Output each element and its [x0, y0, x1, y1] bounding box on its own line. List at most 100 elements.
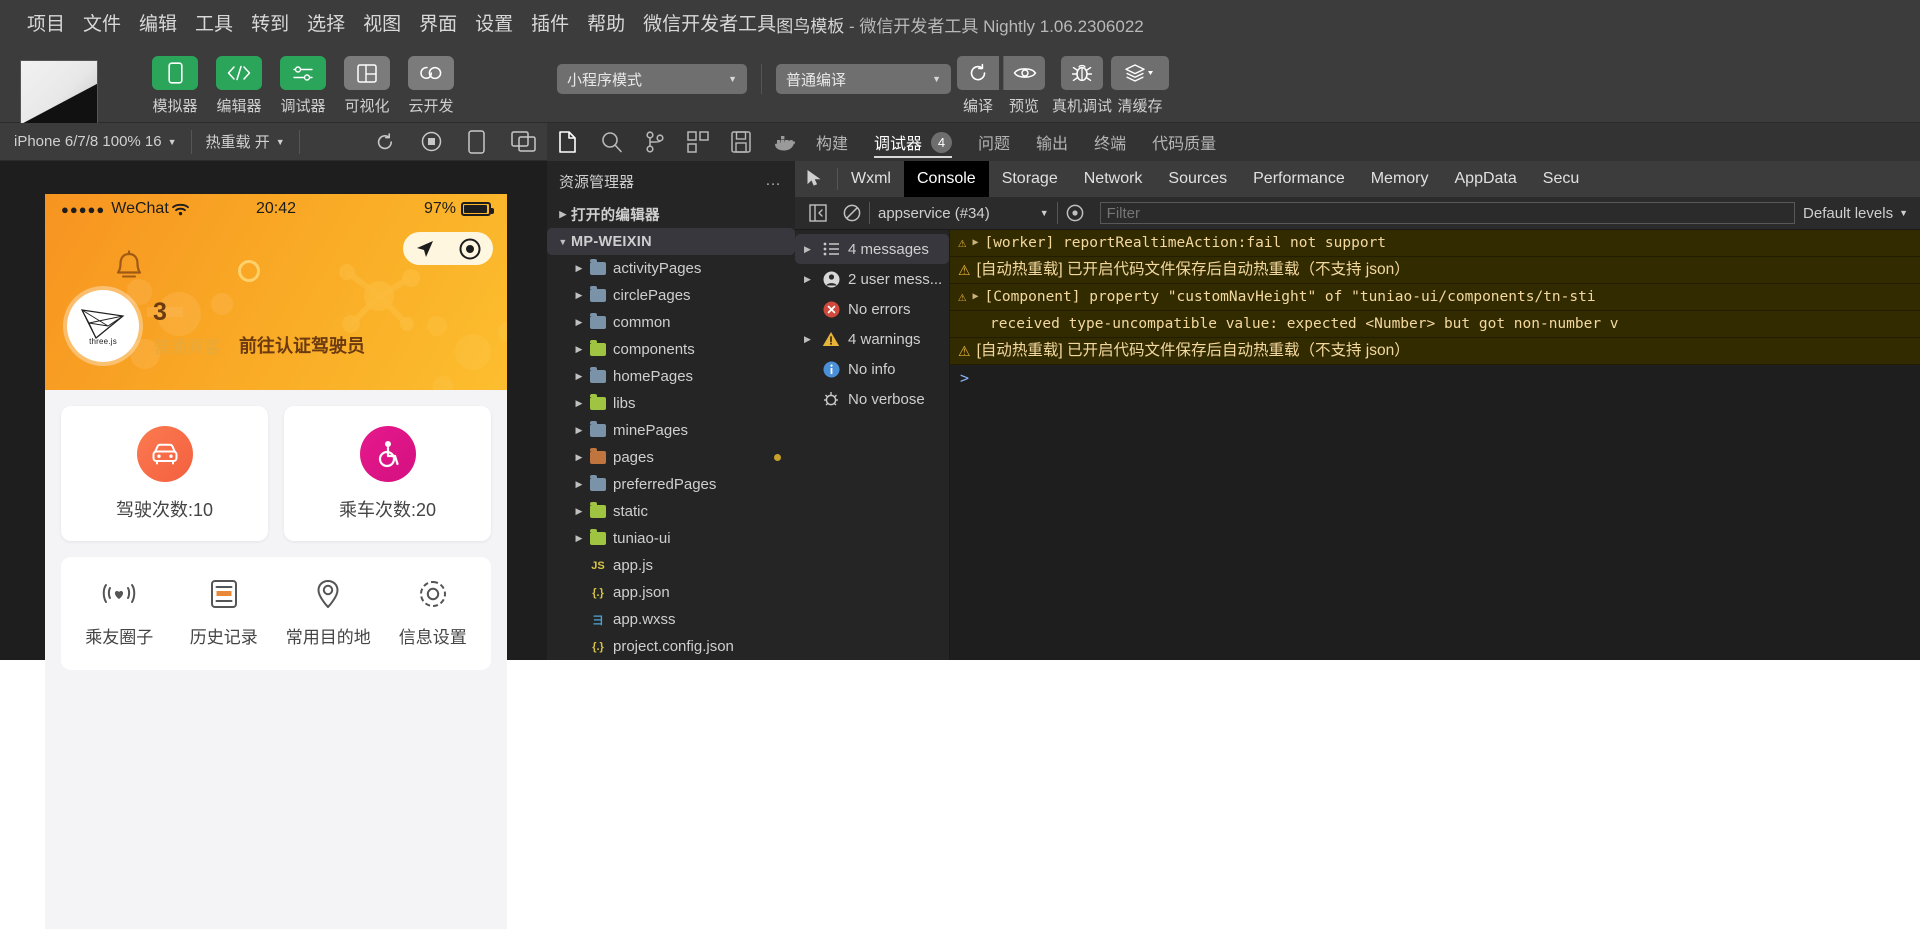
inspect-element-icon[interactable]	[795, 169, 837, 189]
nav-pill[interactable]	[403, 232, 493, 265]
avatar[interactable]: three.js	[67, 290, 139, 362]
source-control-icon[interactable]	[645, 130, 665, 154]
tab-debugger[interactable]: 调试器 4	[861, 123, 965, 161]
sidebar-item-all-messages[interactable]: ▶ 4 messages	[795, 234, 949, 264]
menu-item-tools[interactable]: 工具	[186, 6, 242, 39]
tree-item-libs[interactable]: ▶ libs	[547, 390, 795, 417]
console-prompt[interactable]: >	[950, 365, 1920, 391]
menu-item-edit[interactable]: 编辑	[130, 6, 186, 39]
bell-icon[interactable]	[113, 250, 145, 284]
sidebar-item-verbose[interactable]: ▶ No verbose	[795, 384, 949, 414]
tree-item-tuniao-ui[interactable]: ▶ tuniao-ui	[547, 525, 795, 552]
expand-arrow-icon[interactable]: ▶	[972, 233, 978, 253]
menu-item-settings[interactable]: 信息设置	[381, 579, 486, 648]
menu-item-history[interactable]: 历史记录	[172, 579, 277, 648]
menu-item-file[interactable]: 文件	[74, 6, 130, 39]
sidebar-item-user-messages[interactable]: ▶ 2 user mess...	[795, 264, 949, 294]
tree-section-open-editors[interactable]: ▶ 打开的编辑器	[547, 201, 795, 228]
console-filter-input[interactable]	[1099, 202, 1796, 224]
action-remote-debug[interactable]: 真机调试	[1052, 56, 1112, 116]
tool-simulator[interactable]: 模拟器	[152, 56, 198, 116]
sidebar-item-warnings[interactable]: ▶ 4 warnings	[795, 324, 949, 354]
tab-terminal[interactable]: 终端	[1081, 123, 1139, 161]
console-log-list[interactable]: ⚠ ▶ [worker] reportRealtimeAction:fail n…	[950, 230, 1920, 660]
tree-item-common[interactable]: ▶ common	[547, 309, 795, 336]
tab-storage[interactable]: Storage	[989, 161, 1071, 197]
menu-item-goto[interactable]: 转到	[242, 6, 298, 39]
mode-select[interactable]: 小程序模式 ▼	[557, 64, 747, 94]
tool-visualization[interactable]: 可视化	[344, 56, 390, 116]
save-icon[interactable]	[731, 131, 751, 153]
menu-item-view[interactable]: 视图	[354, 6, 410, 39]
tree-item-app-json[interactable]: ▶ {.} app.json	[547, 579, 795, 606]
tree-item-preferredpages[interactable]: ▶ preferredPages	[547, 471, 795, 498]
tab-network[interactable]: Network	[1071, 161, 1156, 197]
log-levels-select[interactable]: Default levels ▼	[1803, 205, 1920, 222]
menu-item-destination[interactable]: 常用目的地	[276, 579, 381, 648]
sidebar-item-errors[interactable]: ▶ No errors	[795, 294, 949, 324]
tab-problems[interactable]: 问题	[965, 123, 1023, 161]
refresh-icon[interactable]	[375, 132, 395, 152]
console-log-entry[interactable]: ⚠ ▶ [worker] reportRealtimeAction:fail n…	[950, 230, 1920, 257]
tab-console[interactable]: Console	[903, 161, 989, 197]
tree-item-static[interactable]: ▶ static	[547, 498, 795, 525]
tab-output[interactable]: 输出	[1023, 123, 1081, 161]
tree-item-project-config[interactable]: ▶ {.} project.config.json	[547, 633, 795, 660]
tree-section-mp-weixin[interactable]: ▼ MP-WEIXIN	[547, 228, 795, 255]
menu-item-select[interactable]: 选择	[298, 6, 354, 39]
tab-build[interactable]: 构建	[803, 123, 861, 161]
tree-item-homepages[interactable]: ▶ homePages	[547, 363, 795, 390]
tree-item-activitypages[interactable]: ▶ activityPages	[547, 255, 795, 282]
menu-item-devtools[interactable]: 微信开发者工具	[634, 6, 785, 39]
explorer-more-button[interactable]: …	[765, 172, 783, 190]
extensions-icon[interactable]	[687, 131, 709, 153]
action-preview[interactable]: 预览	[1001, 56, 1047, 116]
menu-item-project[interactable]: 项目	[18, 6, 74, 39]
menu-item-plugins[interactable]: 插件	[522, 6, 578, 39]
stat-card-driving[interactable]: 驾驶次数:10	[61, 406, 268, 541]
rotate-icon[interactable]	[468, 129, 485, 154]
files-icon[interactable]	[557, 130, 579, 154]
context-select[interactable]: appservice (#34) ▼	[870, 205, 1057, 222]
menu-item-circle[interactable]: 乘友圈子	[67, 579, 172, 648]
stat-card-riding[interactable]: 乘车次数:20	[284, 406, 491, 541]
tree-item-minepages[interactable]: ▶ minePages	[547, 417, 795, 444]
hotreload-select[interactable]: 热重载 开 ▼	[192, 123, 299, 160]
toggle-sidebar-icon[interactable]	[801, 204, 835, 222]
console-log-entry[interactable]: ⚠ [自动热重载] 已开启代码文件保存后自动热重载（不支持 json）	[950, 257, 1920, 284]
record-icon[interactable]	[421, 131, 442, 152]
console-log-entry[interactable]: ⚠ ▶ [Component] property "customNavHeigh…	[950, 284, 1920, 311]
search-icon[interactable]	[601, 131, 623, 153]
tree-item-app-js[interactable]: ▶ JS app.js	[547, 552, 795, 579]
eye-icon[interactable]	[1058, 204, 1092, 222]
multiscreen-icon[interactable]	[511, 130, 537, 153]
compile-select[interactable]: 普通编译 ▼	[776, 64, 951, 94]
tree-item-circlepages[interactable]: ▶ circlePages	[547, 282, 795, 309]
tab-security[interactable]: Secu	[1530, 161, 1592, 197]
driver-cert-link[interactable]: 前往认证驾驶员	[239, 332, 365, 358]
tool-cloud[interactable]: 云开发	[408, 56, 454, 116]
tree-item-components[interactable]: ▶ components	[547, 336, 795, 363]
tree-item-pages[interactable]: ▶ pages	[547, 444, 795, 471]
clear-console-icon[interactable]	[835, 204, 869, 222]
phone-simulator[interactable]: ●●●●● WeChat 20:42 97% three.js 3 普通乘客 前…	[45, 194, 507, 929]
expand-arrow-icon[interactable]: ▶	[972, 287, 978, 307]
tab-code-quality[interactable]: 代码质量	[1139, 123, 1229, 161]
action-clear-cache[interactable]: 清缓存	[1111, 56, 1169, 116]
sidebar-item-info[interactable]: ▶ No info	[795, 354, 949, 384]
tab-memory[interactable]: Memory	[1358, 161, 1442, 197]
tool-debugger[interactable]: 调试器	[280, 56, 326, 116]
tab-performance[interactable]: Performance	[1240, 161, 1358, 197]
location-arrow-icon[interactable]	[415, 239, 435, 259]
device-select[interactable]: iPhone 6/7/8 100% 16 ▼	[0, 123, 191, 160]
action-compile[interactable]: 编译	[955, 56, 1001, 116]
docker-icon[interactable]	[773, 132, 797, 152]
tab-sources[interactable]: Sources	[1155, 161, 1240, 197]
tool-editor[interactable]: 编辑器	[216, 56, 262, 116]
menu-item-interface[interactable]: 界面	[410, 6, 466, 39]
tree-item-app-wxss[interactable]: ▶ 彐 app.wxss	[547, 606, 795, 633]
target-icon[interactable]	[459, 238, 481, 260]
tab-wxml[interactable]: Wxml	[838, 161, 904, 197]
menu-item-help[interactable]: 帮助	[578, 6, 634, 39]
tab-appdata[interactable]: AppData	[1442, 161, 1530, 197]
